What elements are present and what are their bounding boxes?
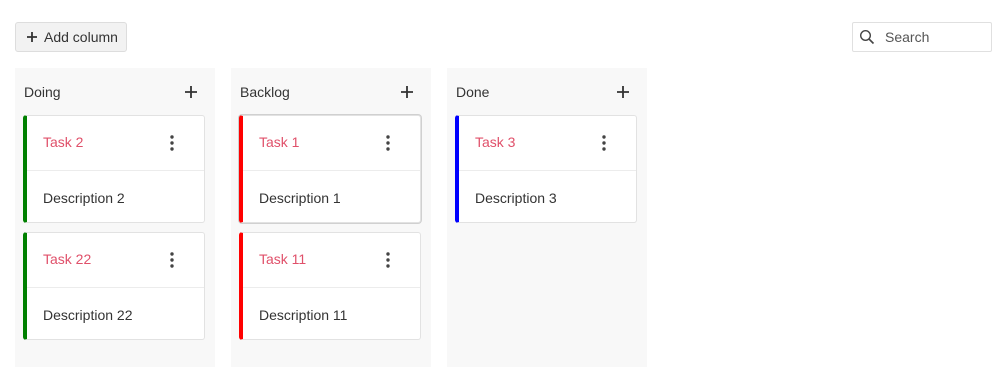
- column-header: Backlog: [231, 68, 431, 115]
- card-description: Description 3: [475, 190, 557, 206]
- column-title: Backlog: [240, 84, 290, 100]
- card-title: Task 11: [259, 251, 307, 267]
- more-vertical-icon[interactable]: [167, 251, 177, 269]
- column-header: Doing: [15, 68, 215, 115]
- card-description: Description 2: [43, 190, 125, 206]
- card-header: Task 3: [459, 116, 636, 171]
- add-column-label: Add column: [44, 29, 118, 45]
- card-header: Task 22: [27, 233, 204, 288]
- column-doing: Doing Task 2 Description 2 Task 22 Descr…: [15, 68, 215, 367]
- card-title: Task 22: [43, 251, 92, 267]
- more-vertical-icon[interactable]: [167, 134, 177, 152]
- more-vertical-icon[interactable]: [383, 251, 393, 269]
- card-title: Task 2: [43, 134, 84, 150]
- card-description: Description 11: [259, 307, 348, 323]
- card-header: Task 1: [243, 116, 420, 171]
- plus-icon: [27, 32, 37, 42]
- card-header: Task 11: [243, 233, 420, 288]
- task-card[interactable]: Task 1 Description 1: [239, 115, 421, 223]
- card-title: Task 1: [259, 134, 300, 150]
- task-card[interactable]: Task 11 Description 11: [239, 232, 421, 340]
- task-card[interactable]: Task 2 Description 2: [23, 115, 205, 223]
- card-header: Task 2: [27, 116, 204, 171]
- column-header: Done: [447, 68, 647, 115]
- column-title: Done: [456, 84, 490, 100]
- plus-icon[interactable]: [184, 85, 198, 99]
- toolbar: Add column: [0, 0, 994, 60]
- more-vertical-icon[interactable]: [599, 134, 609, 152]
- column-done: Done Task 3 Description 3: [447, 68, 647, 367]
- column-title: Doing: [24, 84, 61, 100]
- plus-icon[interactable]: [616, 85, 630, 99]
- search-input[interactable]: [885, 29, 985, 45]
- search-box[interactable]: [852, 22, 992, 52]
- column-backlog: Backlog Task 1 Description 1 Task 11 Des…: [231, 68, 431, 367]
- card-description: Description 22: [43, 307, 133, 323]
- card-title: Task 3: [475, 134, 516, 150]
- add-column-button[interactable]: Add column: [15, 22, 127, 52]
- plus-icon[interactable]: [400, 85, 414, 99]
- search-icon: [859, 29, 875, 45]
- task-card[interactable]: Task 3 Description 3: [455, 115, 637, 223]
- task-card[interactable]: Task 22 Description 22: [23, 232, 205, 340]
- card-description: Description 1: [259, 190, 341, 206]
- more-vertical-icon[interactable]: [383, 134, 393, 152]
